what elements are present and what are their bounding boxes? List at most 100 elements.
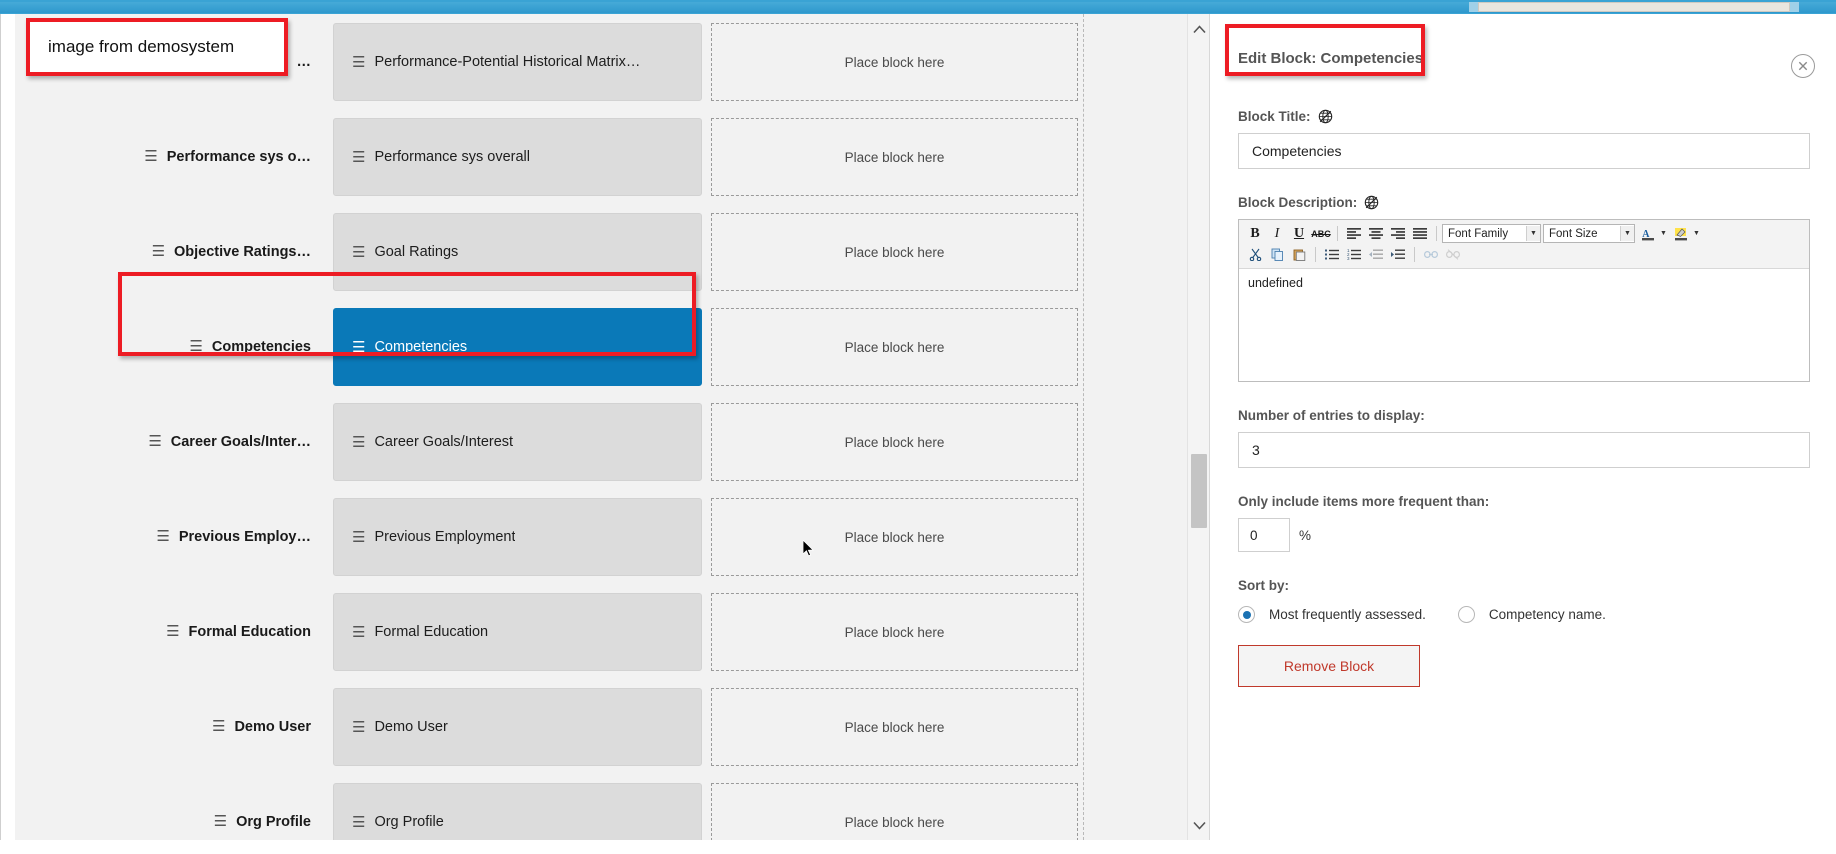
underline-icon[interactable]: U <box>1288 225 1310 243</box>
scroll-down-icon[interactable] <box>1188 814 1210 836</box>
block-drop-zone[interactable]: Place block here <box>711 308 1078 386</box>
outdent-icon[interactable] <box>1365 246 1387 264</box>
drag-handle-icon[interactable]: ☰ <box>144 149 157 164</box>
chevron-down-icon[interactable]: ▼ <box>1693 230 1700 237</box>
remove-block-button[interactable]: Remove Block <box>1238 645 1420 687</box>
align-right-icon[interactable] <box>1387 225 1409 243</box>
block-row-left-label-cell[interactable]: ☰ Formal Education <box>15 584 321 679</box>
radio-most-frequently-assessed[interactable] <box>1238 606 1255 623</box>
bullet-list-icon[interactable] <box>1321 246 1343 264</box>
chevron-down-icon[interactable]: ▼ <box>1620 226 1634 241</box>
text-color-icon[interactable]: A <box>1637 225 1659 243</box>
radio-label-competency-name[interactable]: Competency name. <box>1489 607 1606 622</box>
drag-handle-icon[interactable]: ☰ <box>352 55 365 70</box>
annotation-image-note-text: image from demosystem <box>48 37 235 56</box>
block-drop-zone[interactable]: Place block here <box>711 688 1078 766</box>
link-icon[interactable] <box>1420 246 1442 264</box>
align-left-icon[interactable] <box>1343 225 1365 243</box>
editor-toolbar-row-1: B I U ABC Font Family ▼ Font Size ▼ A ▼ … <box>1244 224 1804 243</box>
scroll-up-icon[interactable] <box>1188 18 1210 40</box>
block-row-left-label-cell[interactable]: ☰ Org Profile <box>15 774 321 840</box>
unlink-icon[interactable] <box>1442 246 1464 264</box>
left-label-wrap: ☰ Previous Employ… <box>15 529 321 545</box>
radio-label-most-frequently-assessed[interactable]: Most frequently assessed. <box>1269 607 1426 622</box>
block-row-left-label-cell[interactable]: ☰ Performance sys o… <box>15 109 321 204</box>
block-card[interactable]: ☰ Org Profile <box>333 783 702 840</box>
block-row: ☰ Formal Education ☰ Formal Education Place … <box>15 584 1205 679</box>
radio-competency-name[interactable] <box>1457 606 1475 623</box>
globe-icon[interactable] <box>1364 195 1379 210</box>
block-card-label: Performance sys overall <box>374 149 530 165</box>
font-family-select[interactable]: Font Family ▼ <box>1442 224 1541 243</box>
copy-icon[interactable] <box>1266 246 1288 264</box>
block-drop-zone[interactable]: Place block here <box>711 403 1078 481</box>
font-size-select[interactable]: Font Size ▼ <box>1543 224 1635 243</box>
block-card[interactable]: ☰ Career Goals/Interest <box>333 403 702 481</box>
chevron-down-icon[interactable]: ▼ <box>1660 230 1667 237</box>
block-card[interactable]: ☰ Demo User <box>333 688 702 766</box>
strikethrough-icon[interactable]: ABC <box>1310 225 1332 243</box>
horizontal-scrollbar-thumb[interactable] <box>1478 2 1790 12</box>
drop-zone-label: Place block here <box>844 54 945 70</box>
entries-input[interactable]: 3 <box>1238 432 1810 468</box>
block-card[interactable]: ☰ Formal Education <box>333 593 702 671</box>
italic-icon[interactable]: I <box>1266 225 1288 243</box>
block-card-label: Performance-Potential Historical Matrix… <box>374 54 641 70</box>
drag-handle-icon[interactable]: ☰ <box>352 435 365 450</box>
block-row-left-label-cell[interactable]: ☰ Demo User <box>15 679 321 774</box>
frequency-input[interactable]: 0 <box>1238 518 1290 552</box>
drag-handle-icon[interactable]: ☰ <box>148 434 161 449</box>
block-card[interactable]: ☰ Performance sys overall <box>333 118 702 196</box>
rich-text-editor[interactable]: B I U ABC Font Family ▼ Font Size ▼ A ▼ … <box>1238 219 1810 382</box>
editor-content[interactable]: undefined <box>1239 269 1809 381</box>
block-row: ☰ Org Profile ☰ Org Profile Place block here <box>15 774 1205 840</box>
horizontal-scrollbar-track-left <box>1469 2 1478 12</box>
block-drop-zone[interactable]: Place block here <box>711 498 1078 576</box>
align-justify-icon[interactable] <box>1409 225 1431 243</box>
globe-icon[interactable] <box>1318 109 1333 124</box>
bold-icon[interactable]: B <box>1244 225 1266 243</box>
paste-icon[interactable] <box>1288 246 1310 264</box>
annotation-highlight-competencies-row <box>118 272 696 356</box>
drag-handle-icon[interactable]: ☰ <box>352 625 365 640</box>
drag-handle-icon[interactable]: ☰ <box>152 244 165 259</box>
drag-handle-icon[interactable]: ☰ <box>352 815 365 830</box>
chevron-down-icon[interactable]: ▼ <box>1526 226 1540 241</box>
block-row-left-label-cell[interactable]: ☰ Previous Employ… <box>15 489 321 584</box>
toolbar-separator <box>1337 226 1338 241</box>
drag-handle-icon[interactable]: ☰ <box>352 150 365 165</box>
drag-handle-icon[interactable]: ☰ <box>212 719 225 734</box>
entries-value: 3 <box>1252 442 1260 458</box>
drag-handle-icon[interactable]: ☰ <box>214 814 227 829</box>
align-center-icon[interactable] <box>1365 225 1387 243</box>
block-drop-zone[interactable]: Place block here <box>711 213 1078 291</box>
block-row: ☰ Performance sys o… ☰ Performance sys over… <box>15 109 1205 204</box>
cut-icon[interactable] <box>1244 246 1266 264</box>
block-title-label-text: Block Title: <box>1238 109 1311 124</box>
indent-icon[interactable] <box>1387 246 1409 264</box>
block-card[interactable]: ☰ Performance-Potential Historical Matrix… <box>333 23 702 101</box>
drag-handle-icon[interactable]: ☰ <box>352 245 365 260</box>
left-label-wrap: ☰ Career Goals/Inter… <box>15 434 321 450</box>
scrollbar-thumb[interactable] <box>1191 454 1207 528</box>
drop-zone-label: Place block here <box>844 624 945 640</box>
block-row: ☰ Demo User ☰ Demo User Place block here <box>15 679 1205 774</box>
block-drop-zone[interactable]: Place block here <box>711 118 1078 196</box>
block-rows-list: ☰ … ☰ Performance-Potential Historical Matr… <box>15 14 1205 840</box>
block-title-input[interactable]: Competencies <box>1238 133 1810 169</box>
drag-handle-icon[interactable]: ☰ <box>156 529 169 544</box>
block-drop-zone[interactable]: Place block here <box>711 23 1078 101</box>
block-drop-zone[interactable]: Place block here <box>711 783 1078 840</box>
block-drop-zone[interactable]: Place block here <box>711 593 1078 671</box>
drag-handle-icon[interactable]: ☰ <box>352 530 365 545</box>
block-card[interactable]: ☰ Previous Employment <box>333 498 702 576</box>
highlight-color-icon[interactable] <box>1670 225 1692 243</box>
drag-handle-icon[interactable]: ☰ <box>166 624 179 639</box>
drag-handle-icon[interactable]: ☰ <box>352 720 365 735</box>
close-icon[interactable] <box>1791 54 1815 78</box>
numbered-list-icon[interactable]: 123 <box>1343 246 1365 264</box>
block-row-left-label-cell[interactable]: ☰ Career Goals/Inter… <box>15 394 321 489</box>
builder-vertical-scrollbar[interactable] <box>1187 14 1210 840</box>
block-card-label: Demo User <box>374 719 448 735</box>
